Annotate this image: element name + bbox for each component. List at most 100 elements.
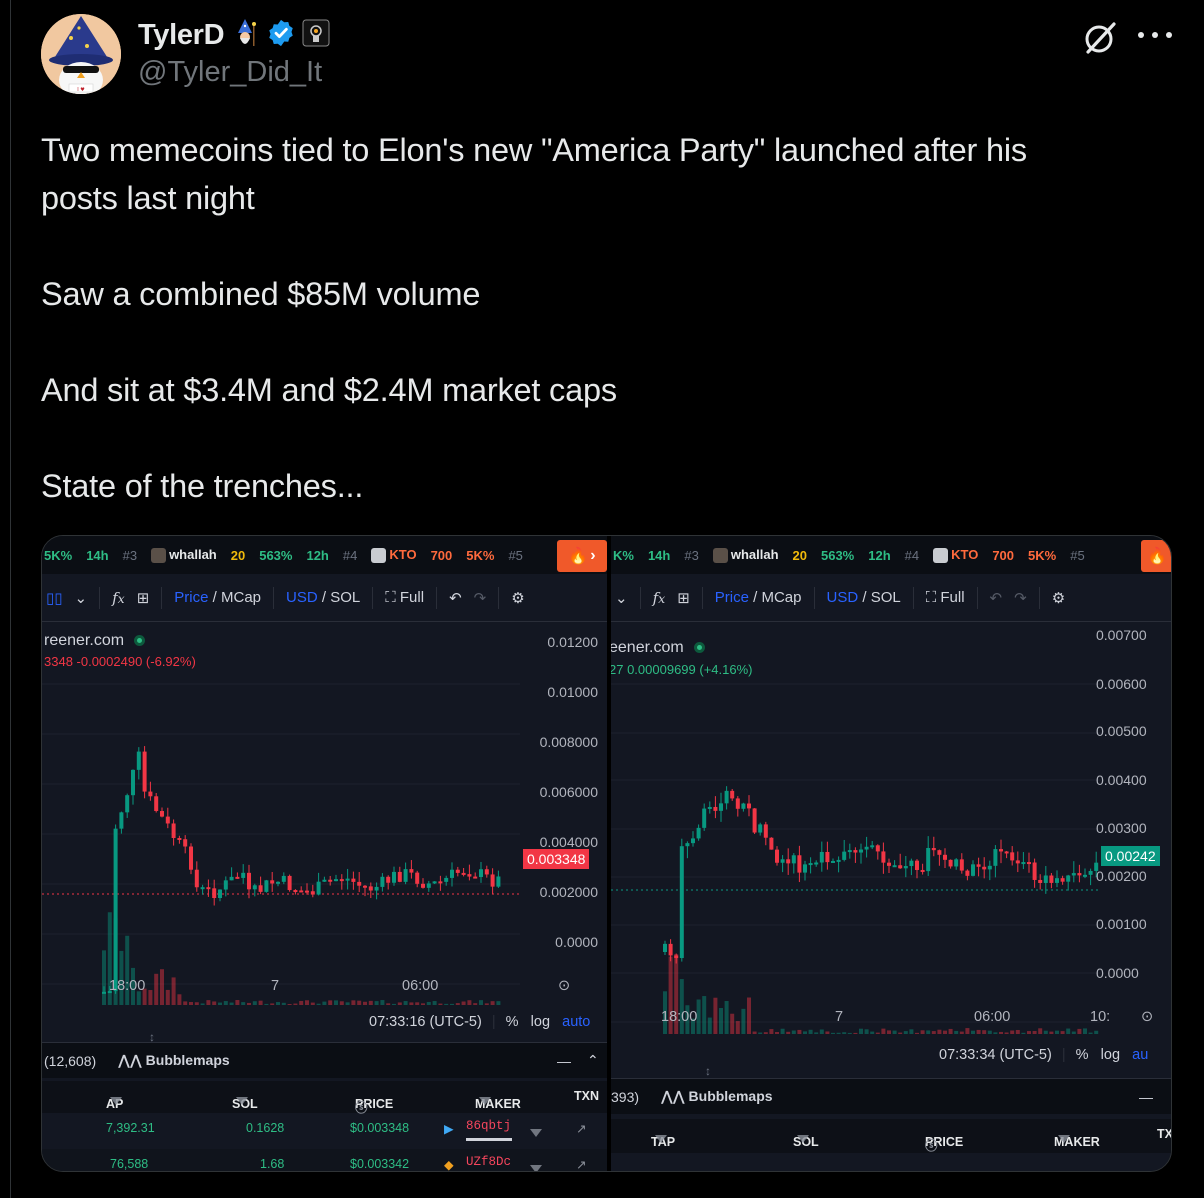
bubblemaps-tab[interactable]: ⋀⋀ Bubblemaps <box>118 1052 230 1069</box>
minimize-icon[interactable]: — <box>557 1053 571 1069</box>
undo-icon[interactable]: ↶ <box>449 589 462 607</box>
volume-bar <box>915 1032 919 1034</box>
candle <box>1027 862 1031 865</box>
trades-table-header: AP SOL PRICE ⓢ MAKER TXN <box>42 1081 607 1115</box>
price-mcap-toggle[interactable]: Price / MCap <box>174 589 261 606</box>
candle <box>892 865 897 868</box>
volume-bar <box>177 994 182 1005</box>
tweet-media[interactable]: 5K% 14h #3 whallah 20 563% 12h #4 KTO 70… <box>41 535 1172 1172</box>
volume-bar <box>965 1028 970 1034</box>
trend-rank: #3 <box>122 547 138 563</box>
trend-pct: 563% <box>820 547 855 563</box>
y-axis-label: 0.0000 <box>1096 965 1139 981</box>
more-icon[interactable] <box>1138 30 1172 40</box>
price-mcap-toggle[interactable]: Price / MCap <box>715 589 802 606</box>
candle <box>1043 875 1048 883</box>
resize-handle-icon[interactable]: ↕ <box>705 1064 711 1078</box>
candle <box>1004 851 1009 854</box>
auto-scale-button[interactable]: au <box>1132 1047 1148 1063</box>
verified-badge-icon[interactable] <box>266 18 296 53</box>
fire-icon: 🔥 <box>568 548 589 565</box>
volume-bar <box>1088 1032 1093 1034</box>
volume-bar <box>791 1030 796 1034</box>
y-axis-label: 0.004000 <box>539 834 598 850</box>
external-link-icon[interactable]: ↗ <box>576 1157 586 1171</box>
log-scale-button[interactable]: log <box>1101 1047 1120 1063</box>
volume-bar <box>287 1003 292 1005</box>
trending-bar: K% 14h #3 whallah 20 563% 12h #4 KTO 700… <box>611 536 1171 574</box>
fire-button[interactable]: 🔥 › <box>557 540 607 572</box>
redo-icon[interactable]: ↷ <box>1014 589 1027 607</box>
affiliate-badge-icon[interactable] <box>302 19 330 52</box>
usd-sol-toggle[interactable]: USD / SOL <box>286 589 360 606</box>
col-header[interactable]: TXN <box>574 1089 599 1103</box>
indicators-icon[interactable]: fx <box>112 589 125 607</box>
candle <box>467 874 472 877</box>
grok-icon[interactable] <box>1082 20 1118 56</box>
handle[interactable]: @Tyler_Did_It <box>138 56 322 89</box>
candle <box>752 808 757 833</box>
bubblemaps-tab[interactable]: ⋀⋀ Bubblemaps <box>661 1088 773 1105</box>
right-chart-screenshot[interactable]: K% 14h #3 whallah 20 563% 12h #4 KTO 700… <box>611 536 1172 1171</box>
log-scale-button[interactable]: log <box>531 1014 550 1030</box>
undo-icon[interactable]: ↶ <box>990 589 1003 607</box>
goto-realtime-icon[interactable]: ⊙ <box>558 978 570 994</box>
candle <box>797 855 802 873</box>
candle <box>819 851 824 863</box>
x-axis-label: 7 <box>271 978 280 994</box>
candle-type-icon[interactable]: ▯▯ <box>46 589 63 607</box>
templates-icon[interactable]: ⊞ <box>137 589 150 607</box>
col-header[interactable]: TX <box>1157 1127 1171 1141</box>
candle <box>177 837 182 840</box>
percent-scale-button[interactable]: % <box>1076 1047 1089 1063</box>
candle <box>954 859 959 867</box>
chevron-down-icon[interactable]: ⌄ <box>615 589 628 607</box>
expand-icon[interactable]: ⌃ <box>587 1052 599 1069</box>
site-name: eener.com <box>611 639 684 656</box>
minimize-icon[interactable]: — <box>1139 1089 1153 1105</box>
redo-icon[interactable]: ↷ <box>474 589 487 607</box>
trend-name[interactable]: whallah <box>169 547 217 562</box>
candle <box>212 888 217 899</box>
volume-bar <box>154 973 159 1005</box>
percent-scale-button[interactable]: % <box>506 1014 519 1030</box>
volume-bar <box>948 1028 953 1034</box>
site-name: reener.com <box>44 632 125 649</box>
fullscreen-button[interactable]: ⛶ Full <box>385 589 424 606</box>
fullscreen-button[interactable]: ⛶ Full <box>926 589 965 606</box>
trend-name[interactable]: KTO <box>389 547 416 562</box>
candle <box>859 849 863 853</box>
chevron-down-icon[interactable]: ⌄ <box>75 589 88 607</box>
indicators-icon[interactable]: fx <box>653 589 666 607</box>
candlestick-chart[interactable] <box>611 622 1172 1042</box>
volume-bar <box>763 1032 768 1034</box>
fire-button[interactable]: 🔥 <box>1141 540 1171 572</box>
tweet-text-line-1: Two memecoins tied to Elon's new "Americ… <box>41 132 1027 168</box>
table-row[interactable]: 76,588 1.68 $0.003342 ◆ UZf8Dc ↗ <box>42 1149 607 1171</box>
table-row[interactable]: 7,392.31 0.1628 $0.003348 ▶ 86qbtj ↗ <box>42 1113 607 1149</box>
avatar[interactable]: I ♥ <box>41 14 121 94</box>
volume-bar <box>1083 1028 1087 1034</box>
y-axis-label: 0.0000 <box>555 934 598 950</box>
display-name[interactable]: TylerD <box>138 19 225 52</box>
left-chart-screenshot[interactable]: 5K% 14h #3 whallah 20 563% 12h #4 KTO 70… <box>42 536 607 1171</box>
candlestick-chart[interactable] <box>42 622 607 1022</box>
trend-name[interactable]: whallah <box>731 547 779 562</box>
settings-icon[interactable]: ⚙ <box>511 589 524 607</box>
auto-scale-button[interactable]: auto <box>562 1014 590 1030</box>
volume-bar <box>189 1002 193 1005</box>
trend-name[interactable]: KTO <box>951 547 978 562</box>
settings-icon[interactable]: ⚙ <box>1052 589 1065 607</box>
candle <box>976 864 981 867</box>
goto-realtime-icon[interactable]: ⊙ <box>1141 1009 1153 1025</box>
templates-icon[interactable]: ⊞ <box>677 589 690 607</box>
candle <box>943 854 947 860</box>
candle <box>915 860 919 870</box>
trades-header-bar: (12,608) ⋀⋀ Bubblemaps — ⌃ <box>42 1042 607 1078</box>
usd-sol-toggle[interactable]: USD / SOL <box>827 589 901 606</box>
volume-bar <box>959 1031 964 1034</box>
candle <box>1049 875 1054 883</box>
external-link-icon[interactable]: ↗ <box>576 1121 586 1136</box>
volume-bar <box>212 1001 217 1005</box>
candle <box>1010 852 1015 861</box>
